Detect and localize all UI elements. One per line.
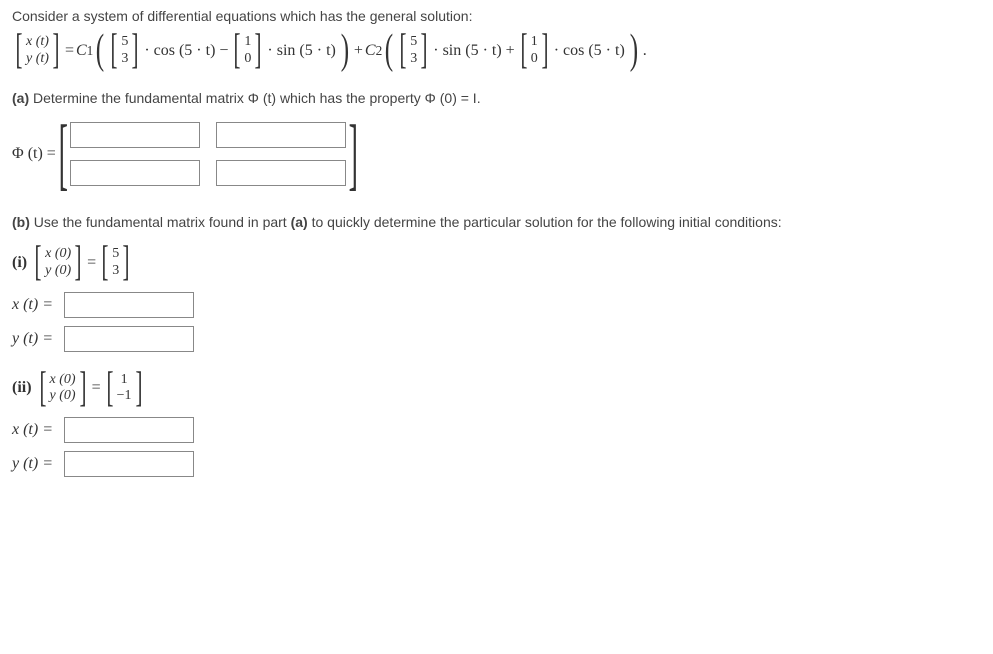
bracket-left: [ xyxy=(16,32,23,70)
ans-ii-x-input[interactable] xyxy=(64,417,194,443)
ans-i-y-row: y (t) = xyxy=(12,326,981,352)
ans-i-y-input[interactable] xyxy=(64,326,194,352)
part-a-prompt: (a) Determine the fundamental matrix Φ (… xyxy=(12,90,981,106)
phi-entry-22[interactable] xyxy=(216,160,346,186)
bracket-right: ] xyxy=(52,32,59,70)
ans-ii-y-row: y (t) = xyxy=(12,451,981,477)
paren-left: ( xyxy=(96,32,104,70)
phi-entry-21[interactable] xyxy=(70,160,200,186)
paren-right: ) xyxy=(341,32,349,70)
phi-entry-11[interactable] xyxy=(70,122,200,148)
ans-ii-y-input[interactable] xyxy=(64,451,194,477)
phi-label: Φ (t) = xyxy=(12,145,56,163)
ans-i-x-input[interactable] xyxy=(64,292,194,318)
ans-ii-x-row: x (t) = xyxy=(12,417,981,443)
ans-i-x-row: x (t) = xyxy=(12,292,981,318)
part-b-prompt: (b) Use the fundamental matrix found in … xyxy=(12,214,981,230)
phi-entry-12[interactable] xyxy=(216,122,346,148)
ic-i-row: (i) [ x (0) y (0) ] = [ 5 3 ] xyxy=(12,244,981,282)
ic-ii-row: (ii) [ x (0) y (0) ] = [ 1 −1 ] xyxy=(12,370,981,408)
intro-text: Consider a system of differential equati… xyxy=(12,8,981,24)
general-solution-equation: [ x (t) y (t) ] = C1 ( [ 5 3 ] · cos (5 … xyxy=(12,32,981,70)
phi-matrix-row: Φ (t) = [ ] xyxy=(12,120,981,188)
